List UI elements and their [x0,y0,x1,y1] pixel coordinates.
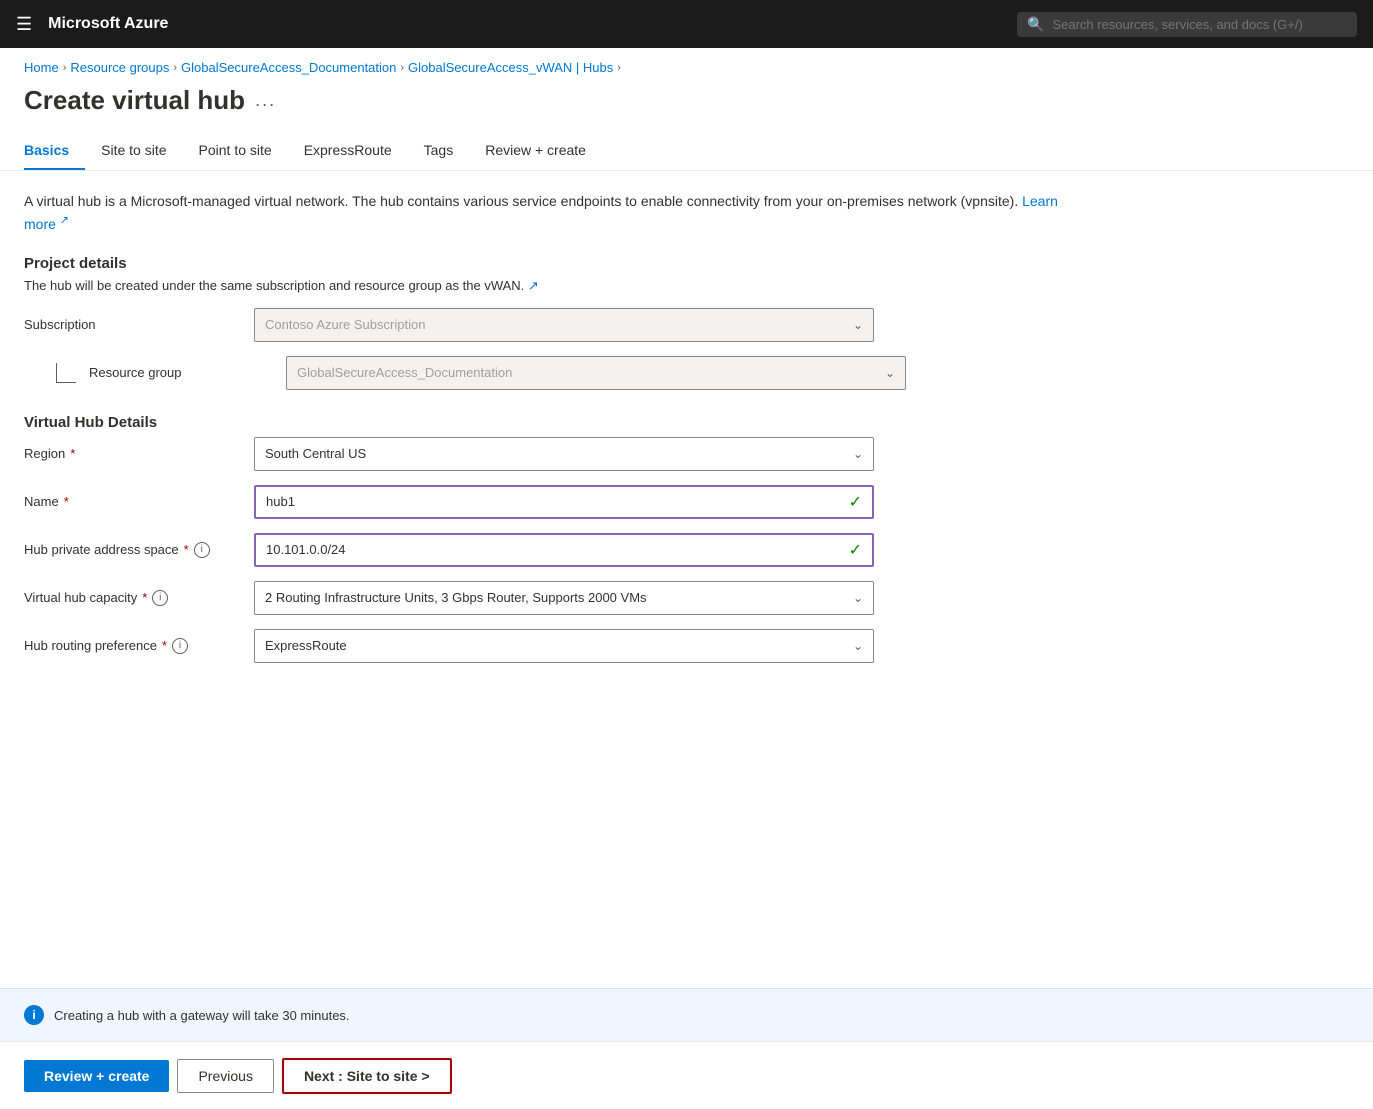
external-link-icon: ↗ [60,214,69,226]
content-area: A virtual hub is a Microsoft-managed vir… [0,171,1100,697]
info-bar-message: Creating a hub with a gateway will take … [54,1008,350,1023]
name-valid-icon: ✓ [849,492,862,512]
subscription-label: Subscription [24,317,244,332]
name-row: Name * ✓ [24,485,1076,519]
region-value: South Central US [265,446,853,461]
routing-label: Hub routing preference * i [24,638,244,654]
capacity-required: * [142,590,147,605]
routing-value: ExpressRoute [265,638,853,653]
capacity-info-icon[interactable]: i [152,590,168,606]
breadcrumb: Home › Resource groups › GlobalSecureAcc… [0,48,1373,81]
subscription-dropdown[interactable]: Contoso Azure Subscription ⌄ [254,308,874,342]
subscription-value: Contoso Azure Subscription [265,317,853,332]
capacity-value: 2 Routing Infrastructure Units, 3 Gbps R… [265,590,853,605]
tab-basics[interactable]: Basics [24,132,85,170]
resource-group-dropdown-arrow: ⌄ [885,366,895,380]
breadcrumb-sep-3: › [400,62,404,74]
region-required: * [70,446,75,461]
capacity-dropdown-arrow: ⌄ [853,591,863,605]
region-dropdown[interactable]: South Central US ⌄ [254,437,874,471]
breadcrumb-vwan-hubs[interactable]: GlobalSecureAccess_vWAN | Hubs [408,60,613,75]
info-bar-icon: i [24,1005,44,1025]
address-valid-icon: ✓ [849,540,862,560]
region-dropdown-arrow: ⌄ [853,447,863,461]
hamburger-icon[interactable]: ☰ [16,14,32,35]
navbar: ☰ Microsoft Azure 🔍 [0,0,1373,48]
search-icon: 🔍 [1027,16,1044,33]
info-bar: i Creating a hub with a gateway will tak… [0,988,1373,1041]
resource-group-row: Resource group GlobalSecureAccess_Docume… [56,356,1076,390]
footer-bar: Review + create Previous Next : Site to … [0,1041,1373,1109]
breadcrumb-sep-1: › [63,62,67,74]
tabs-bar: Basics Site to site Point to site Expres… [0,132,1373,171]
brand-name: Microsoft Azure [48,15,1001,33]
project-details-header: Project details [24,255,1076,272]
breadcrumb-sep-4: › [617,62,621,74]
routing-dropdown[interactable]: ExpressRoute ⌄ [254,629,874,663]
address-space-row: Hub private address space * i ✓ [24,533,1076,567]
description-text: A virtual hub is a Microsoft-managed vir… [24,191,1076,235]
resource-group-label: Resource group [56,363,276,383]
routing-required: * [162,638,167,653]
project-details-link[interactable]: ↗ [528,278,539,293]
routing-row: Hub routing preference * i ExpressRoute … [24,629,1076,663]
address-required: * [184,542,189,557]
external-link-icon-2: ↗ [528,278,539,293]
page-options-icon[interactable]: ... [255,90,276,111]
address-info-icon[interactable]: i [194,542,210,558]
routing-dropdown-arrow: ⌄ [853,639,863,653]
capacity-label: Virtual hub capacity * i [24,590,244,606]
resource-group-dropdown[interactable]: GlobalSecureAccess_Documentation ⌄ [286,356,906,390]
capacity-row: Virtual hub capacity * i 2 Routing Infra… [24,581,1076,615]
previous-button[interactable]: Previous [177,1059,273,1093]
subscription-dropdown-arrow: ⌄ [853,318,863,332]
page-title: Create virtual hub [24,85,245,116]
name-required: * [64,494,69,509]
search-bar[interactable]: 🔍 [1017,12,1357,37]
review-create-button[interactable]: Review + create [24,1060,169,1092]
next-button[interactable]: Next : Site to site > [282,1058,452,1094]
breadcrumb-home[interactable]: Home [24,60,59,75]
region-row: Region * South Central US ⌄ [24,437,1076,471]
address-space-input[interactable] [266,542,849,557]
page-title-row: Create virtual hub ... [0,81,1373,132]
indent-line [56,363,76,383]
address-space-input-wrapper: ✓ [254,533,874,567]
tab-point-to-site[interactable]: Point to site [183,132,288,170]
tab-expressroute[interactable]: ExpressRoute [288,132,408,170]
tab-tags[interactable]: Tags [408,132,470,170]
breadcrumb-documentation[interactable]: GlobalSecureAccess_Documentation [181,60,396,75]
address-space-label: Hub private address space * i [24,542,244,558]
name-label: Name * [24,494,244,509]
hub-details-header: Virtual Hub Details [24,414,1076,431]
name-input-wrapper: ✓ [254,485,874,519]
subscription-row: Subscription Contoso Azure Subscription … [24,308,1076,342]
project-details-sub: The hub will be created under the same s… [24,278,1076,294]
region-label: Region * [24,446,244,461]
tab-site-to-site[interactable]: Site to site [85,132,182,170]
breadcrumb-sep-2: › [173,62,177,74]
tab-review-create[interactable]: Review + create [469,132,602,170]
breadcrumb-resource-groups[interactable]: Resource groups [70,60,169,75]
routing-info-icon[interactable]: i [172,638,188,654]
resource-group-value: GlobalSecureAccess_Documentation [297,365,885,380]
capacity-dropdown[interactable]: 2 Routing Infrastructure Units, 3 Gbps R… [254,581,874,615]
name-input[interactable] [266,494,849,509]
search-input[interactable] [1052,17,1347,32]
